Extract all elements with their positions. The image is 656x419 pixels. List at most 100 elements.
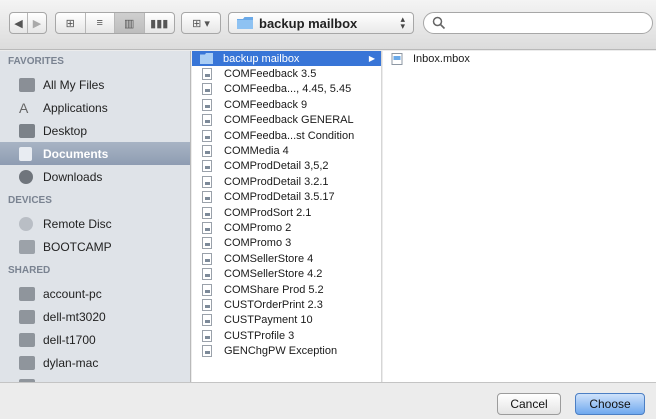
document-icon: [202, 329, 212, 342]
cancel-button[interactable]: Cancel: [497, 393, 561, 415]
list-item-label: COMProdDetail 3,5,2: [224, 160, 329, 173]
list-item[interactable]: CUSTProfile 3: [192, 328, 381, 343]
document-icon: [202, 98, 212, 111]
column-view-button[interactable]: ▥: [115, 13, 145, 33]
list-item[interactable]: COMSellerStore 4.2: [192, 266, 381, 281]
sidebar-item-label: Applications: [43, 100, 108, 115]
disc-icon: [19, 216, 33, 231]
sidebar-item-account-pc[interactable]: account-pc: [0, 282, 190, 305]
list-item[interactable]: COMShare Prod 5.2: [192, 282, 381, 297]
sidebar-item-remote-disc[interactable]: Remote Disc: [0, 212, 190, 235]
document-icon: [202, 237, 212, 250]
devices-header: DEVICES: [8, 195, 52, 206]
list-view-button[interactable]: ≡: [86, 13, 115, 33]
desktop-icon: [19, 123, 35, 138]
sidebar-item-label: Documents: [43, 146, 109, 161]
sidebar-item-dylan-mac[interactable]: dylan-mac: [0, 351, 190, 374]
list-item[interactable]: COMSellerStore 4: [192, 251, 381, 266]
document-icon: [202, 268, 212, 281]
list-item[interactable]: COMFeedback GENERAL: [192, 113, 381, 128]
column-view-icon: ▥: [124, 17, 135, 30]
sidebar-item-label: Desktop: [43, 123, 88, 138]
list-item-label: COMSellerStore 4: [224, 252, 314, 265]
sidebar-item-label: Downloads: [43, 169, 103, 184]
document-icon: [202, 83, 212, 96]
sidebar-item-applications[interactable]: A Applications: [0, 96, 190, 119]
forward-button[interactable]: ▶: [28, 13, 46, 33]
list-item-label: COMShare Prod 5.2: [224, 283, 324, 296]
list-item[interactable]: COMFeedba..., 4.45, 5.45: [192, 82, 381, 97]
document-icon: [202, 206, 212, 219]
applications-icon: A: [19, 99, 29, 116]
coverflow-view-button[interactable]: ▮▮▮: [145, 13, 174, 33]
document-icon: [202, 68, 212, 81]
document-icon: [202, 298, 212, 311]
document-icon: [202, 221, 212, 234]
icon-view-button[interactable]: ⊞: [56, 13, 86, 33]
document-icon: [202, 175, 212, 188]
choose-button[interactable]: Choose: [575, 393, 645, 415]
folder-icon: [237, 17, 253, 29]
search-field[interactable]: [423, 12, 653, 34]
list-item-label: COMFeedback GENERAL: [224, 114, 354, 127]
list-item-label: COMMedia 4: [224, 145, 289, 158]
list-item-inbox-mbox[interactable]: Inbox.mbox: [383, 51, 656, 66]
list-item[interactable]: COMProdDetail 3.5.17: [192, 190, 381, 205]
location-popup[interactable]: backup mailbox ▴ ▾: [228, 12, 414, 34]
sidebar-item-bootcamp[interactable]: BOOTCAMP: [0, 235, 190, 258]
view-mode-control: ⊞ ≡ ▥ ▮▮▮: [55, 12, 175, 34]
folder-icon: [200, 53, 213, 65]
sidebar-item-dell-t1700[interactable]: dell-t1700: [0, 328, 190, 351]
list-item-label: Inbox.mbox: [413, 52, 470, 65]
list-item-label: COMPromo 2: [224, 221, 292, 234]
list-item[interactable]: COMProdDetail 3,5,2: [192, 159, 381, 174]
list-item[interactable]: COMMedia 4: [192, 143, 381, 158]
list-item[interactable]: COMPromo 3: [192, 236, 381, 251]
list-item-label: COMPromo 3: [224, 237, 292, 250]
sidebar-item-documents[interactable]: Documents: [0, 142, 190, 165]
sidebar-item-ens[interactable]: ens: [0, 374, 190, 382]
popup-arrows-icon: ▴ ▾: [400, 14, 405, 31]
computer-icon: [19, 286, 35, 301]
list-item-label: COMSellerStore 4.2: [224, 268, 323, 281]
list-item-label: COMProdSort 2.1: [224, 206, 312, 219]
coverflow-view-icon: ▮▮▮: [150, 17, 169, 30]
sidebar-item-dell-mt3020[interactable]: dell-mt3020: [0, 305, 190, 328]
list-item[interactable]: COMPromo 2: [192, 220, 381, 235]
document-icon: [202, 191, 212, 204]
arrange-button[interactable]: ⊞ ▾: [182, 13, 220, 33]
sidebar-item-all-my-files[interactable]: All My Files: [0, 73, 190, 96]
list-item-label: COMProdDetail 3.2.1: [224, 175, 329, 188]
list-item[interactable]: GENChgPW Exception: [192, 343, 381, 358]
list-item-label: CUSTPayment 10: [224, 314, 313, 327]
back-arrow-icon: ◀: [14, 17, 23, 30]
document-icon: [202, 252, 212, 265]
list-item[interactable]: COMFeedba...st Condition: [192, 128, 381, 143]
list-item-label: COMFeedback 9: [224, 98, 308, 111]
browser-column-1: backup mailbox ▶ COMFeedback 3.5 COMFeed…: [192, 51, 382, 382]
sidebar-item-desktop[interactable]: Desktop: [0, 119, 190, 142]
sidebar-item-label: dylan-mac: [43, 355, 99, 370]
document-icon: [202, 129, 212, 142]
sidebar-item-downloads[interactable]: Downloads: [0, 165, 190, 188]
list-item[interactable]: COMFeedback 9: [192, 97, 381, 112]
list-item-backup-mailbox[interactable]: backup mailbox ▶: [192, 51, 381, 67]
computer-icon: [19, 309, 35, 324]
button-bar: Cancel Choose: [0, 382, 656, 419]
back-button[interactable]: ◀: [10, 13, 28, 33]
list-item[interactable]: CUSTOrderPrint 2.3: [192, 297, 381, 312]
arrange-control: ⊞ ▾: [181, 12, 221, 34]
open-dialog: ◀ ▶ ⊞ ≡ ▥ ▮▮▮ ⊞ ▾ backup mailbox ▴ ▾ FAV…: [0, 0, 656, 419]
browser-column-2: Inbox.mbox: [383, 51, 656, 382]
back-forward-control: ◀ ▶: [9, 12, 47, 34]
list-item[interactable]: COMProdDetail 3.2.1: [192, 174, 381, 189]
list-item[interactable]: CUSTPayment 10: [192, 313, 381, 328]
all-files-icon: [19, 77, 35, 92]
disclosure-arrow-icon: ▶: [368, 54, 375, 63]
list-item[interactable]: COMProdSort 2.1: [192, 205, 381, 220]
list-item-label: COMFeedba..., 4.45, 5.45: [224, 83, 352, 96]
sidebar-item-label: account-pc: [43, 286, 102, 301]
list-item-label: CUSTProfile 3: [224, 329, 295, 342]
list-item-label: COMFeedba...st Condition: [224, 129, 355, 142]
list-item[interactable]: COMFeedback 3.5: [192, 66, 381, 81]
